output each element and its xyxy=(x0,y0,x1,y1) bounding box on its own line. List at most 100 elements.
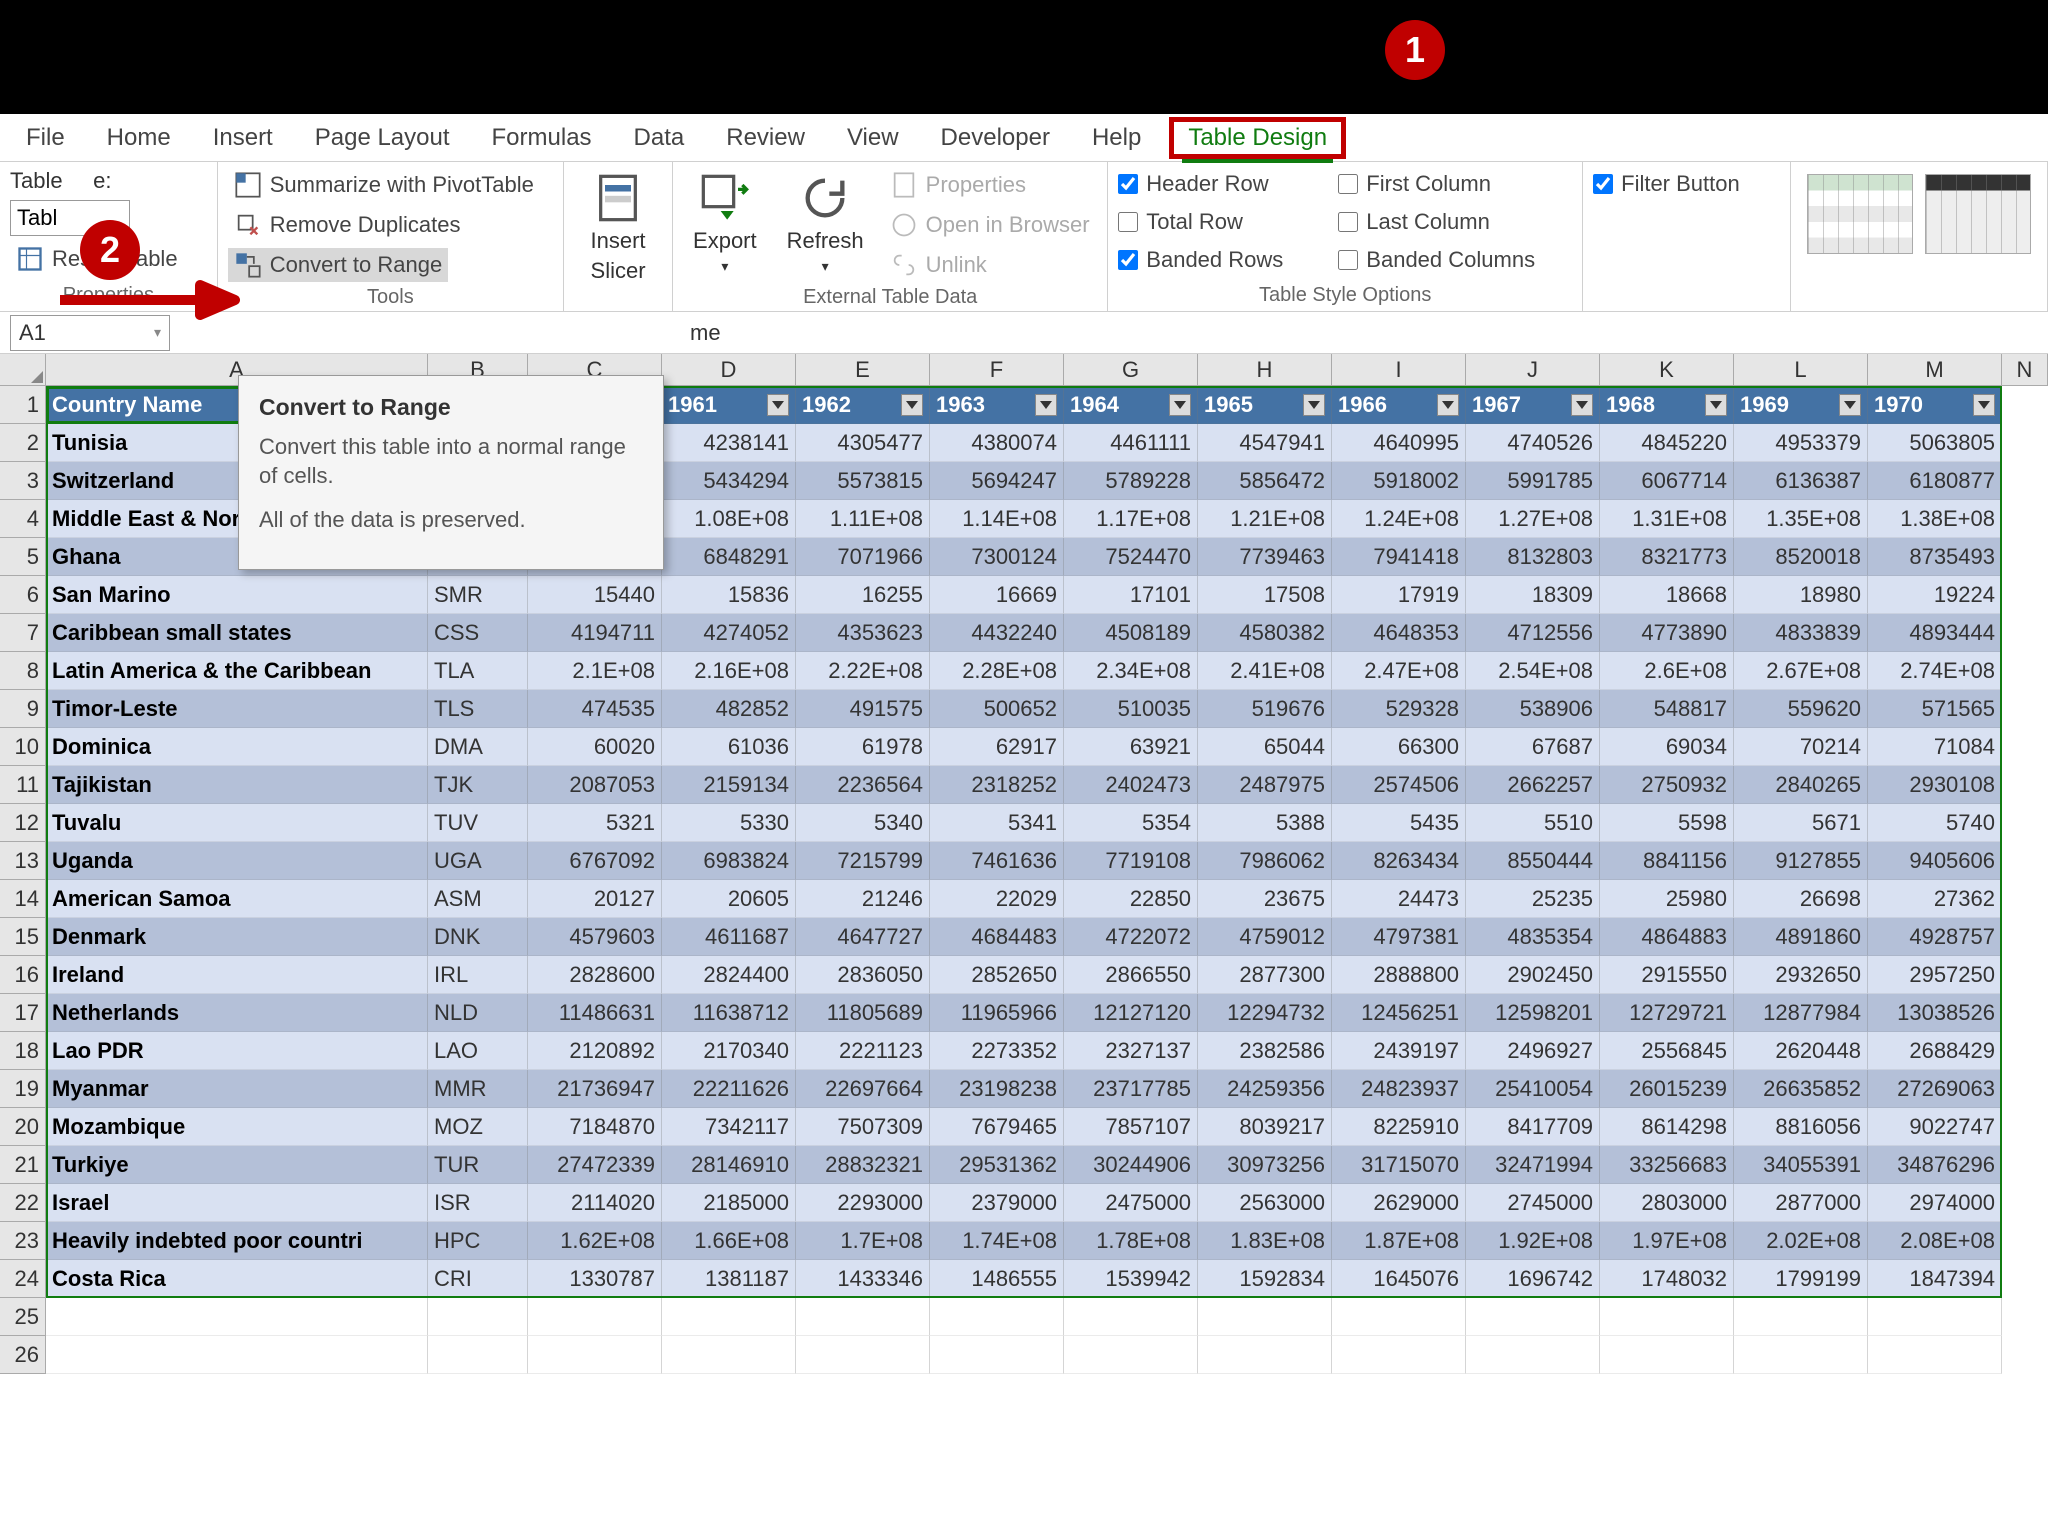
header-cell[interactable]: 1968 xyxy=(1600,386,1734,424)
cell[interactable]: 5598 xyxy=(1600,804,1734,842)
cell[interactable]: 2957250 xyxy=(1868,956,2002,994)
row-header[interactable]: 18 xyxy=(0,1032,46,1070)
cell[interactable]: 2662257 xyxy=(1466,766,1600,804)
tab-formulas[interactable]: Formulas xyxy=(486,116,598,160)
cell[interactable]: 2273352 xyxy=(930,1032,1064,1070)
cell[interactable]: 2852650 xyxy=(930,956,1064,994)
cell[interactable]: TUR xyxy=(428,1146,528,1184)
cell[interactable]: 1.14E+08 xyxy=(930,500,1064,538)
cell[interactable]: 4740526 xyxy=(1466,424,1600,462)
cell[interactable]: 4891860 xyxy=(1734,918,1868,956)
cell[interactable]: 12127120 xyxy=(1064,994,1198,1032)
tab-file[interactable]: File xyxy=(20,116,71,160)
cell[interactable]: 19224 xyxy=(1868,576,2002,614)
cell[interactable]: 2.22E+08 xyxy=(796,652,930,690)
cell[interactable]: 16669 xyxy=(930,576,1064,614)
cell[interactable]: 4953379 xyxy=(1734,424,1868,462)
cell[interactable]: 4274052 xyxy=(662,614,796,652)
cell[interactable]: 8816056 xyxy=(1734,1108,1868,1146)
cell[interactable]: 2293000 xyxy=(796,1184,930,1222)
cell[interactable]: 6180877 xyxy=(1868,462,2002,500)
col-header-E[interactable]: E xyxy=(796,354,930,385)
cell[interactable]: 491575 xyxy=(796,690,930,728)
cell[interactable]: 34876296 xyxy=(1868,1146,2002,1184)
cell[interactable]: 2930108 xyxy=(1868,766,2002,804)
remove-duplicates-button[interactable]: Remove Duplicates xyxy=(228,208,467,242)
cell[interactable]: 5856472 xyxy=(1198,462,1332,500)
row-header[interactable]: 16 xyxy=(0,956,46,994)
cell[interactable]: 18309 xyxy=(1466,576,1600,614)
cell[interactable]: 8132803 xyxy=(1466,538,1600,576)
cell[interactable]: IRL xyxy=(428,956,528,994)
cell[interactable]: 27269063 xyxy=(1868,1070,2002,1108)
cell[interactable]: Denmark xyxy=(46,918,428,956)
cell[interactable]: 2496927 xyxy=(1466,1032,1600,1070)
row-header[interactable]: 5 xyxy=(0,538,46,576)
cell[interactable]: MMR xyxy=(428,1070,528,1108)
cell[interactable]: 4845220 xyxy=(1600,424,1734,462)
cell[interactable]: 17919 xyxy=(1332,576,1466,614)
cell[interactable]: American Samoa xyxy=(46,880,428,918)
banded-columns-checkbox[interactable]: Banded Columns xyxy=(1338,244,1568,276)
cell[interactable]: 13038526 xyxy=(1868,994,2002,1032)
cell[interactable]: ISR xyxy=(428,1184,528,1222)
row-header[interactable]: 2 xyxy=(0,424,46,462)
cell[interactable]: 29531362 xyxy=(930,1146,1064,1184)
cell[interactable]: 27362 xyxy=(1868,880,2002,918)
cell[interactable]: 5789228 xyxy=(1064,462,1198,500)
cell[interactable] xyxy=(1734,1298,1868,1336)
cell[interactable]: TLA xyxy=(428,652,528,690)
cell[interactable]: 22850 xyxy=(1064,880,1198,918)
cell[interactable]: 61978 xyxy=(796,728,930,766)
cell[interactable]: 2574506 xyxy=(1332,766,1466,804)
col-header-L[interactable]: L xyxy=(1734,354,1868,385)
filter-dropdown-icon[interactable] xyxy=(1571,394,1593,416)
cell[interactable]: 1.83E+08 xyxy=(1198,1222,1332,1260)
cell[interactable]: 9022747 xyxy=(1868,1108,2002,1146)
cell[interactable]: 2750932 xyxy=(1600,766,1734,804)
row-header[interactable]: 9 xyxy=(0,690,46,728)
cell[interactable] xyxy=(1600,1336,1734,1374)
cell[interactable]: 7941418 xyxy=(1332,538,1466,576)
cell[interactable]: TLS xyxy=(428,690,528,728)
cell[interactable]: Timor-Leste xyxy=(46,690,428,728)
cell[interactable]: 4640995 xyxy=(1332,424,1466,462)
cell[interactable]: 4580382 xyxy=(1198,614,1332,652)
cell[interactable]: 9127855 xyxy=(1734,842,1868,880)
cell[interactable]: ASM xyxy=(428,880,528,918)
cell[interactable]: Netherlands xyxy=(46,994,428,1032)
cell[interactable]: Myanmar xyxy=(46,1070,428,1108)
cell[interactable]: 1.24E+08 xyxy=(1332,500,1466,538)
cell[interactable] xyxy=(1868,1298,2002,1336)
cell[interactable]: 25410054 xyxy=(1466,1070,1600,1108)
cell[interactable]: 571565 xyxy=(1868,690,2002,728)
filter-dropdown-icon[interactable] xyxy=(1705,394,1727,416)
header-cell[interactable]: 1961 xyxy=(662,386,796,424)
last-column-checkbox[interactable]: Last Column xyxy=(1338,206,1568,238)
cell[interactable]: 11638712 xyxy=(662,994,796,1032)
cell[interactable]: 1.78E+08 xyxy=(1064,1222,1198,1260)
cell[interactable]: 4684483 xyxy=(930,918,1064,956)
cell[interactable] xyxy=(1332,1298,1466,1336)
cell[interactable]: 5671 xyxy=(1734,804,1868,842)
cell[interactable]: 6983824 xyxy=(662,842,796,880)
cell[interactable]: 510035 xyxy=(1064,690,1198,728)
cell[interactable]: 1.87E+08 xyxy=(1332,1222,1466,1260)
cell[interactable]: 2.41E+08 xyxy=(1198,652,1332,690)
cell[interactable]: 11805689 xyxy=(796,994,930,1032)
cell[interactable]: 5435 xyxy=(1332,804,1466,842)
select-all-corner[interactable] xyxy=(0,354,46,385)
cell[interactable]: 7184870 xyxy=(528,1108,662,1146)
cell[interactable]: DNK xyxy=(428,918,528,956)
cell[interactable] xyxy=(1064,1298,1198,1336)
col-header-I[interactable]: I xyxy=(1332,354,1466,385)
cell[interactable]: 1.74E+08 xyxy=(930,1222,1064,1260)
cell[interactable]: 8550444 xyxy=(1466,842,1600,880)
cell[interactable]: Turkiye xyxy=(46,1146,428,1184)
header-cell[interactable]: 1964 xyxy=(1064,386,1198,424)
cell[interactable]: HPC xyxy=(428,1222,528,1260)
header-cell[interactable]: 1969 xyxy=(1734,386,1868,424)
cell[interactable]: 4238141 xyxy=(662,424,796,462)
cell[interactable]: 2.16E+08 xyxy=(662,652,796,690)
cell[interactable]: 4648353 xyxy=(1332,614,1466,652)
